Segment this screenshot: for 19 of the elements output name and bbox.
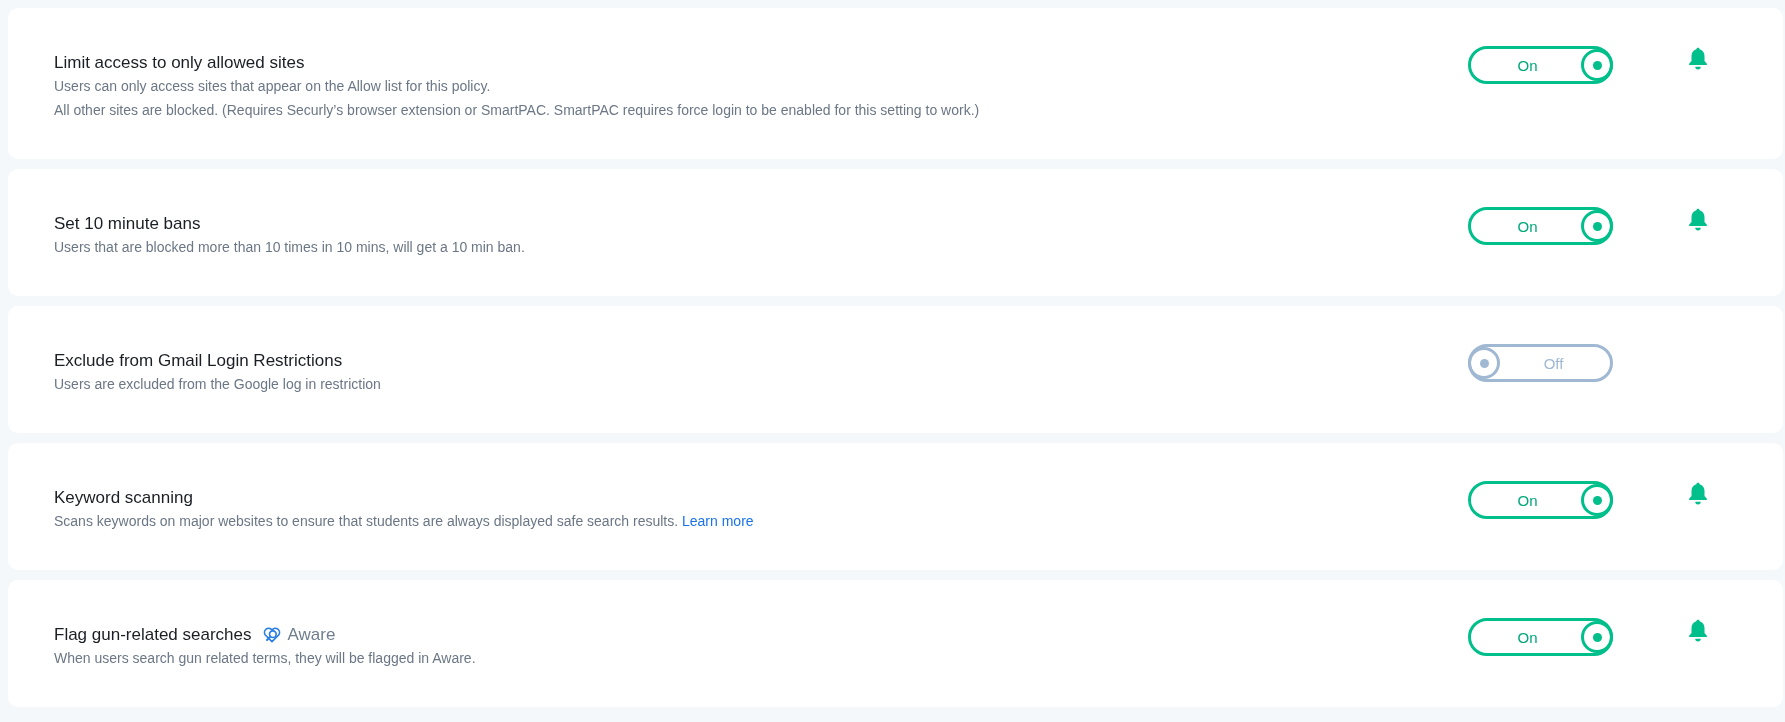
- setting-description: Users can only access sites that appear on the Allow list for this policy.: [54, 77, 492, 96]
- toggle-switch[interactable]: On: [1468, 618, 1613, 656]
- aware-label: Aware: [287, 625, 336, 645]
- setting-title: Flag gun-related searches: [54, 625, 252, 645]
- setting-description: Users are excluded from the Google log in restriction: [54, 375, 382, 394]
- toggle-switch[interactable]: On: [1468, 46, 1613, 84]
- setting-description: All other sites are blocked. (Requires Securly’s browser extension or SmartPAC. SmartPAC requires force login to be enabled for this setting to work.): [54, 101, 981, 120]
- setting-title: Keyword scanning: [54, 488, 193, 508]
- toggle-switch[interactable]: On: [1468, 481, 1613, 519]
- setting-title: Limit access to only allowed sites: [54, 53, 305, 73]
- toggle-switch[interactable]: On: [1468, 207, 1613, 245]
- setting-description: Users that are blocked more than 10 times in 10 mins, will get a 10 min ban.: [54, 238, 526, 257]
- setting-description: Scans keywords on major websites to ensure that students are always displayed safe search results. Learn more: [54, 512, 755, 531]
- heart-magnifier-icon: [261, 625, 282, 645]
- setting-title: Set 10 minute bans: [54, 214, 201, 234]
- setting-description: When users search gun related terms, they will be flagged in Aware.: [54, 649, 477, 668]
- setting-title: Exclude from Gmail Login Restrictions: [54, 351, 343, 371]
- learn-more-link[interactable]: Learn more: [682, 513, 754, 529]
- toggle-switch[interactable]: Off: [1468, 344, 1613, 382]
